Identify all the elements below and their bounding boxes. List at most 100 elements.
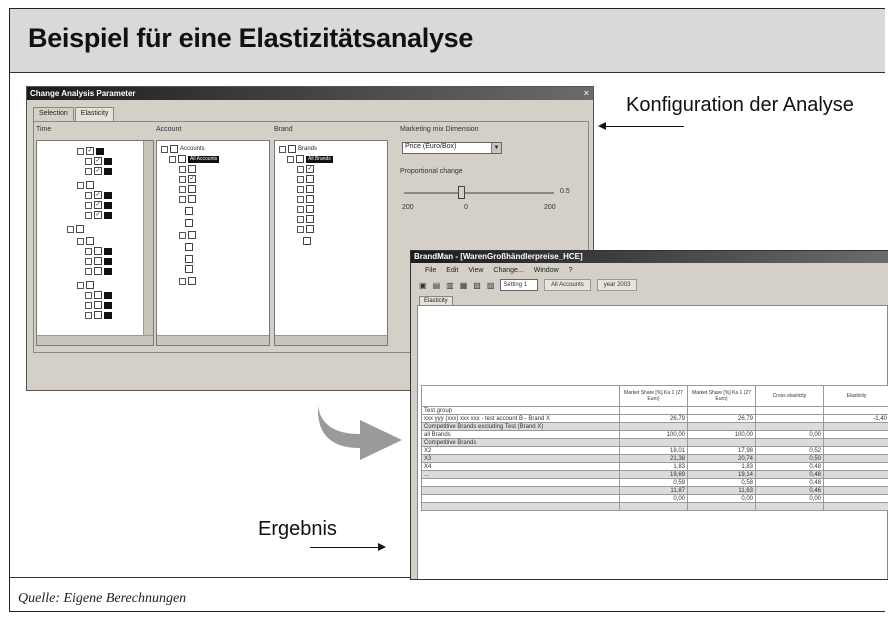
table-cell xyxy=(823,486,888,495)
table-row[interactable]: 0,00 0,00 0,00 xyxy=(421,494,888,503)
table-row[interactable]: Competitive Brands xyxy=(421,438,888,447)
time-tree[interactable]: ✓ ✓ ✓ ✓ ✓ ✓ xyxy=(36,140,154,346)
tree-node[interactable] xyxy=(297,175,314,183)
tree-node[interactable] xyxy=(179,185,196,193)
row-label: X3 xyxy=(421,454,620,463)
tree-node[interactable] xyxy=(179,165,196,173)
tree-node[interactable]: ✓ xyxy=(85,167,113,175)
menu-window[interactable]: Window xyxy=(534,267,559,274)
tree-node[interactable] xyxy=(185,255,193,263)
tree-node[interactable] xyxy=(77,181,94,189)
print-icon[interactable]: ▥ xyxy=(446,281,454,290)
figure-title: Beispiel für eine Elastizitätsanalyse xyxy=(28,23,474,53)
tree-node-accounts[interactable]: Accounts xyxy=(161,145,205,153)
tree-node[interactable] xyxy=(297,215,314,223)
tree-node[interactable] xyxy=(77,237,94,245)
time-tree-vscroll[interactable] xyxy=(143,141,153,345)
table-row[interactable]: 11,87 11,63 0,46 xyxy=(421,486,888,495)
account-field[interactable]: All Accounts xyxy=(544,279,591,291)
table-cell: 1,83 xyxy=(687,462,756,471)
table-cell: 11,63 xyxy=(687,486,756,495)
table-row[interactable]: xxx yyy (xxx) xxx xxx - test account B -… xyxy=(421,414,888,423)
tree-node[interactable] xyxy=(297,195,314,203)
menu-help[interactable]: ? xyxy=(569,267,573,274)
tree-node[interactable] xyxy=(67,225,84,233)
tree-node[interactable] xyxy=(297,185,314,193)
tree-node[interactable] xyxy=(179,195,196,203)
table-row[interactable] xyxy=(421,502,888,511)
tree-node[interactable] xyxy=(185,265,193,273)
account-tree[interactable]: Accounts All Accounts ✓ xyxy=(156,140,270,346)
table-row[interactable]: all Brands 100,00 100,00 0,00 xyxy=(421,430,888,439)
tree-node[interactable] xyxy=(179,277,196,285)
change-slider-track[interactable] xyxy=(404,192,554,194)
table-cell: 0,59 xyxy=(619,478,688,487)
table-row[interactable]: 0,59 0,58 0,48 xyxy=(421,478,888,487)
parameter-dialog-titlebar: Change Analysis Parameter × xyxy=(27,87,593,100)
title-bar: Beispiel für eine Elastizitätsanalyse xyxy=(10,9,885,73)
row-label: Competitive Brands xyxy=(421,438,620,447)
tree-node[interactable]: ✓ xyxy=(85,191,113,199)
tree-node[interactable] xyxy=(297,225,314,233)
tree-node[interactable] xyxy=(185,243,193,251)
tree-node[interactable] xyxy=(303,237,311,245)
chart-icon[interactable]: ▦ xyxy=(460,281,468,290)
tree-node[interactable]: ✓ xyxy=(85,211,113,219)
tree-node[interactable]: ✓ xyxy=(179,175,196,183)
table-icon[interactable]: ▧ xyxy=(473,281,481,290)
close-icon[interactable]: × xyxy=(584,87,589,100)
menu-edit[interactable]: Edit xyxy=(446,267,458,274)
time-tree-hscroll[interactable] xyxy=(37,335,153,345)
tree-node-all-accounts[interactable]: All Accounts xyxy=(169,155,220,163)
table-row[interactable]: Test group xyxy=(421,406,888,415)
tree-node[interactable] xyxy=(179,231,196,239)
table-row[interactable]: ... 19,69 19,14 0,48 xyxy=(421,470,888,479)
year-field[interactable]: year 2003 xyxy=(596,279,638,291)
table-cell: 100,00 xyxy=(619,430,688,439)
tree-node[interactable] xyxy=(85,267,113,275)
dimension-select[interactable]: Price (Euro/Box) ▼ xyxy=(402,142,502,154)
save-icon[interactable]: ▤ xyxy=(433,281,441,290)
tree-node[interactable] xyxy=(185,207,193,215)
table-row[interactable]: X2 18,01 17,98 0,52 xyxy=(421,446,888,455)
row-label: xxx yyy (xxx) xxx xxx - test account B -… xyxy=(421,414,620,423)
table-row[interactable]: X4 1,83 1,83 0,48 xyxy=(421,462,888,471)
result-window: BrandMan - [WarenGroßhändlerpreise_HCE] … xyxy=(410,250,888,580)
brand-tree[interactable]: Brands All Brands ✓ xyxy=(274,140,388,346)
tree-node[interactable] xyxy=(85,291,113,299)
table-cell: 19,69 xyxy=(619,470,688,479)
tree-node[interactable] xyxy=(297,205,314,213)
filter-icon[interactable]: ▨ xyxy=(487,281,495,290)
slider-value: 0.5 xyxy=(560,188,570,195)
tree-node-all-brands[interactable]: All Brands xyxy=(287,155,333,163)
menu-change[interactable]: Change... xyxy=(493,267,523,274)
menu-file[interactable]: File xyxy=(425,267,436,274)
brand-tree-hscroll[interactable] xyxy=(275,335,387,345)
menu-view[interactable]: View xyxy=(468,267,483,274)
table-cell xyxy=(823,438,888,447)
tree-node[interactable] xyxy=(85,311,113,319)
tree-node[interactable] xyxy=(85,247,113,255)
tree-node[interactable]: ✓ xyxy=(85,201,113,209)
tree-node[interactable] xyxy=(85,257,113,265)
tab-elasticity[interactable]: Elasticity xyxy=(74,107,115,121)
tree-node[interactable] xyxy=(85,301,113,309)
tree-node[interactable]: ✓ xyxy=(297,165,314,173)
setting-select[interactable]: Setting 1 xyxy=(500,279,539,291)
row-label xyxy=(421,486,620,495)
change-slider-thumb[interactable] xyxy=(458,186,465,199)
tab-elasticity-result[interactable]: Elasticity xyxy=(419,296,453,305)
chevron-down-icon[interactable]: ▼ xyxy=(491,143,501,153)
table-row[interactable]: Competitive Brands excluding Test (Brand… xyxy=(421,422,888,431)
tree-node[interactable] xyxy=(185,219,193,227)
tree-node[interactable] xyxy=(77,281,94,289)
open-icon[interactable]: ▣ xyxy=(419,281,427,290)
dialog-tabs: Selection Elasticity xyxy=(33,107,115,121)
table-row[interactable]: X3 21,38 20,74 0,50 xyxy=(421,454,888,463)
tree-node[interactable]: ✓ xyxy=(85,157,113,165)
elasticity-table: Market Share [%] Ka 1 (27 Euro) Market S… xyxy=(421,385,888,511)
account-tree-hscroll[interactable] xyxy=(157,335,269,345)
tree-node-brands[interactable]: Brands xyxy=(279,145,317,153)
tree-node[interactable]: ✓ xyxy=(77,147,105,155)
tab-selection[interactable]: Selection xyxy=(33,107,74,121)
